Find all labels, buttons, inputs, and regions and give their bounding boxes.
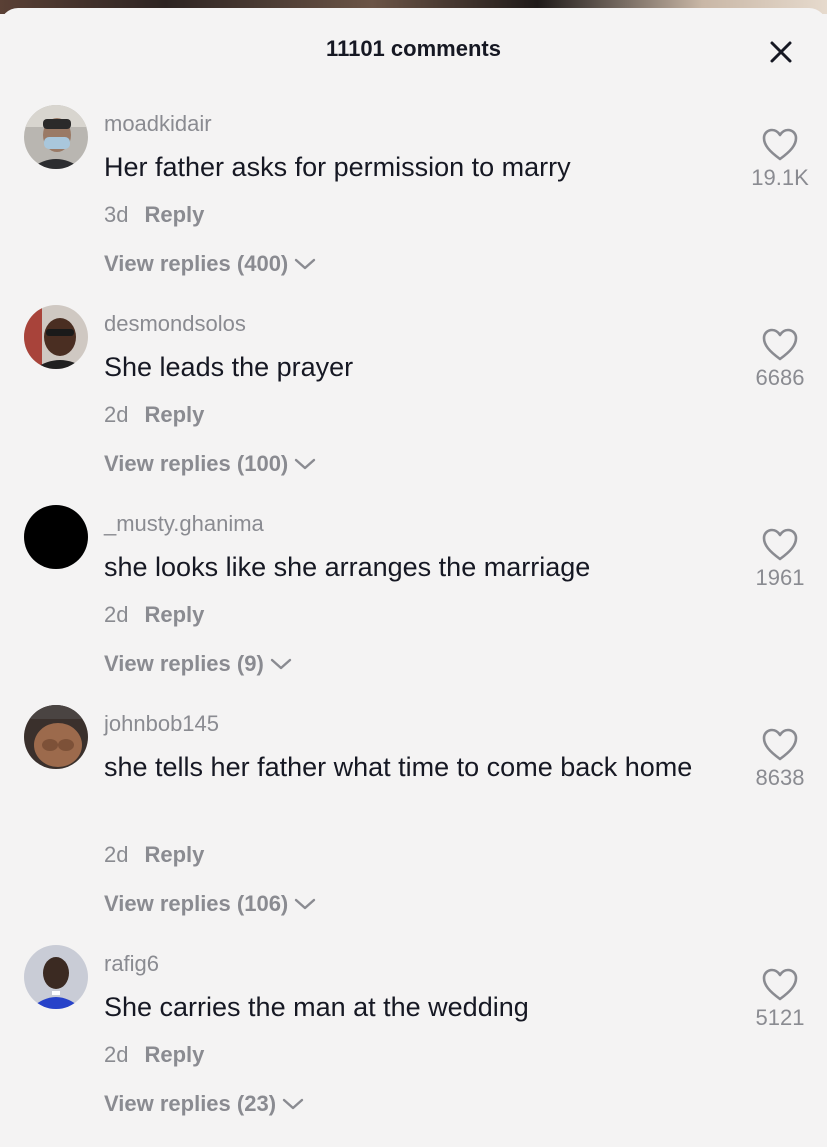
comment-text: she tells her father what time to come b… xyxy=(104,752,693,782)
like-count: 5121 xyxy=(755,1005,805,1030)
avatar[interactable] xyxy=(24,945,88,1009)
comment-text: she looks like she arranges the marriage xyxy=(104,552,591,582)
comment-item: rafig6 She carries the man at the weddin… xyxy=(0,945,827,1125)
avatar[interactable] xyxy=(24,705,88,769)
view-replies-label: View replies (106) xyxy=(104,891,289,916)
comment-meta: 2d Reply xyxy=(104,402,204,428)
comment-meta: 2d Reply xyxy=(104,1042,204,1068)
reply-button[interactable]: Reply xyxy=(144,402,204,427)
view-replies-label: View replies (100) xyxy=(104,451,289,476)
like-count: 8638 xyxy=(755,765,805,790)
view-replies-button[interactable]: View replies (106) xyxy=(104,891,316,917)
close-button[interactable] xyxy=(764,35,798,69)
comments-sheet: 11101 comments moadkidair Her father ask… xyxy=(0,8,827,1147)
reply-button[interactable]: Reply xyxy=(144,1042,204,1067)
like-count: 19.1K xyxy=(751,165,809,190)
comment-username[interactable]: desmondsolos xyxy=(104,311,246,337)
heart-icon[interactable] xyxy=(761,527,799,563)
like-group: 19.1K xyxy=(740,127,820,191)
comment-item: desmondsolos She leads the prayer 2d Repl… xyxy=(0,305,827,485)
chevron-down-icon xyxy=(282,1098,304,1110)
like-group: 6686 xyxy=(740,327,820,391)
view-replies-button[interactable]: View replies (100) xyxy=(104,451,316,477)
comment-text: Her father asks for permission to marry xyxy=(104,152,571,182)
view-replies-label: View replies (400) xyxy=(104,251,289,276)
chevron-down-icon xyxy=(270,658,291,670)
comment-username[interactable]: _musty.ghanima xyxy=(104,511,264,537)
comment-time: 2d xyxy=(104,602,129,627)
chevron-down-icon xyxy=(295,458,316,470)
heart-icon[interactable] xyxy=(761,727,799,763)
reply-button[interactable]: Reply xyxy=(144,842,204,867)
comments-count-title: 11101 comments xyxy=(326,36,501,61)
view-replies-label: View replies (23) xyxy=(104,1091,277,1116)
reply-button[interactable]: Reply xyxy=(144,202,204,227)
view-replies-button[interactable]: View replies (9) xyxy=(104,651,292,677)
comment-username[interactable]: rafig6 xyxy=(104,951,159,977)
heart-icon[interactable] xyxy=(761,127,799,163)
chevron-down-icon xyxy=(295,898,316,910)
like-group: 8638 xyxy=(740,727,820,791)
comment-item: johnbob145 she tells her father what tim… xyxy=(0,705,827,925)
reply-button[interactable]: Reply xyxy=(144,602,204,627)
comment-time: 2d xyxy=(104,842,129,867)
avatar[interactable] xyxy=(24,505,88,569)
avatar[interactable] xyxy=(24,105,88,169)
comment-text: She carries the man at the wedding xyxy=(104,992,529,1022)
comments-header: 11101 comments xyxy=(0,8,827,88)
view-replies-label: View replies (9) xyxy=(104,651,264,676)
view-replies-button[interactable]: View replies (23) xyxy=(104,1091,304,1117)
comment-meta: 2d Reply xyxy=(104,842,204,868)
like-count: 1961 xyxy=(755,565,805,590)
comment-time: 2d xyxy=(104,1042,129,1067)
heart-icon[interactable] xyxy=(761,327,799,363)
comment-time: 3d xyxy=(104,202,129,227)
chevron-down-icon xyxy=(295,258,316,270)
view-replies-button[interactable]: View replies (400) xyxy=(104,251,316,277)
like-group: 5121 xyxy=(740,967,820,1031)
comment-time: 2d xyxy=(104,402,129,427)
avatar[interactable] xyxy=(24,305,88,369)
comment-meta: 2d Reply xyxy=(104,602,204,628)
comment-meta: 3d Reply xyxy=(104,202,204,228)
comment-username[interactable]: johnbob145 xyxy=(104,711,219,737)
comment-item: moadkidair Her father asks for permissio… xyxy=(0,105,827,285)
like-group: 1961 xyxy=(740,527,820,591)
comment-username[interactable]: moadkidair xyxy=(104,111,212,137)
heart-icon[interactable] xyxy=(761,967,799,1003)
comment-item: _musty.ghanima she looks like she arrang… xyxy=(0,505,827,685)
close-icon xyxy=(770,41,792,63)
like-count: 6686 xyxy=(755,365,805,390)
comment-text: She leads the prayer xyxy=(104,352,354,382)
